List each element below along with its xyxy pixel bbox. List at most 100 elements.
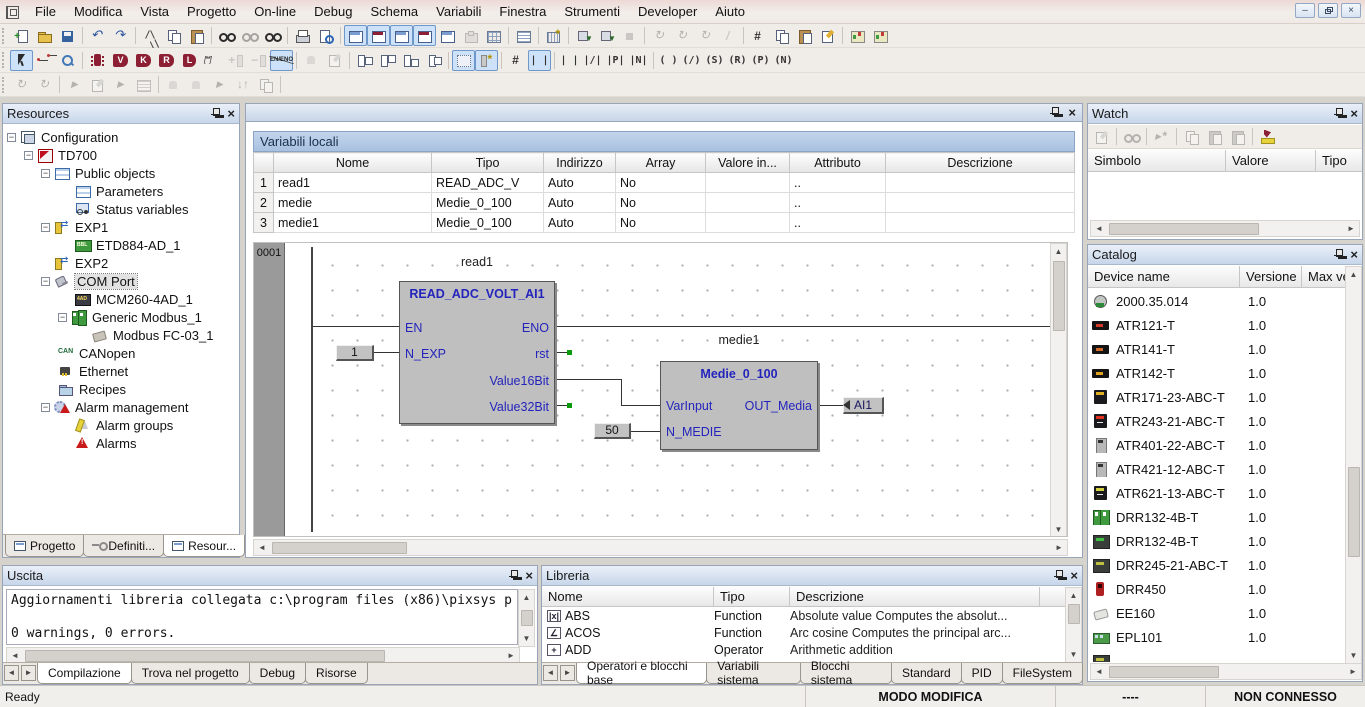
block1-pin-value16bit[interactable]: Value16Bit: [489, 374, 549, 388]
catalog-col-versione[interactable]: Versione: [1240, 266, 1302, 287]
close-icon[interactable]: ×: [1070, 570, 1078, 581]
library-row[interactable]: |x| ABS Function Absolute value Computes…: [542, 607, 1066, 624]
align-right-icon[interactable]: [422, 50, 445, 71]
step-over-icon[interactable]: [86, 74, 109, 95]
close-icon[interactable]: ×: [1350, 108, 1358, 119]
col-descrizione[interactable]: Descrizione: [886, 153, 1075, 173]
tree-item-td700[interactable]: −TD700: [24, 146, 97, 164]
tree-item-mcm260[interactable]: MCM260-4AD_1: [75, 290, 193, 308]
tab-compilazione[interactable]: Compilazione: [37, 663, 132, 684]
tab-debug[interactable]: Debug: [249, 663, 306, 684]
watch-copy-icon[interactable]: [1180, 126, 1203, 147]
paste-icon[interactable]: [185, 25, 208, 46]
network-config-icon[interactable]: [747, 25, 770, 46]
scroll-thumb[interactable]: [1068, 604, 1080, 624]
fbd-block-medie1[interactable]: Medie_0_100 VarInput N_MEDIE OUT_Media: [660, 361, 818, 450]
table-row[interactable]: 1 read1 READ_ADC_V Auto No ..: [254, 173, 1075, 193]
insert-comment-icon[interactable]: [201, 50, 224, 71]
tabs-scroll-right-icon[interactable]: ►: [560, 665, 575, 681]
scroll-right-icon[interactable]: ►: [1343, 221, 1359, 236]
expand-icon[interactable]: −: [41, 223, 50, 232]
block2-pin-outmedia[interactable]: OUT_Media: [745, 399, 812, 413]
expand-icon[interactable]: −: [41, 169, 50, 178]
expand-icon[interactable]: −: [58, 313, 67, 322]
col-nome[interactable]: Nome: [274, 153, 432, 173]
scroll-left-icon[interactable]: ◄: [7, 648, 23, 663]
scroll-thumb[interactable]: [25, 650, 385, 662]
block1-pin-eno[interactable]: ENO: [522, 321, 549, 335]
coil-set-icon[interactable]: (S): [703, 50, 726, 71]
tree-item-alarm-management[interactable]: −Alarm management: [41, 398, 188, 416]
catalog-row[interactable]: DRR132-4B-T1.0: [1088, 505, 1346, 529]
insert-variable-icon[interactable]: V: [109, 50, 132, 71]
align-top-icon[interactable]: [376, 50, 399, 71]
watch-horizontal-scrollbar[interactable]: ◄ ►: [1090, 220, 1360, 237]
stop-icon[interactable]: [618, 25, 641, 46]
scroll-thumb[interactable]: [272, 542, 407, 554]
step-out-icon[interactable]: [109, 74, 132, 95]
schema-vertical-scrollbar[interactable]: ▲ ▼: [1050, 243, 1067, 537]
scroll-left-icon[interactable]: ◄: [1091, 664, 1107, 679]
scroll-thumb[interactable]: [521, 610, 533, 626]
output-vertical-scrollbar[interactable]: ▲ ▼: [518, 589, 535, 647]
library-row[interactable]: ∠ ACOS Function Arc cosine Computes the …: [542, 624, 1066, 641]
schema-horizontal-scrollbar[interactable]: ◄ ►: [253, 539, 1068, 556]
zoom-tool-icon[interactable]: [56, 50, 79, 71]
insert-label-icon[interactable]: L: [178, 50, 201, 71]
col-valore[interactable]: Valore in...: [706, 153, 790, 173]
fbd-block-read1[interactable]: READ_ADC_VOLT_AI1 EN N_EXP ENO rst Value…: [399, 281, 555, 424]
menu-online[interactable]: On-line: [245, 1, 305, 22]
catalog-row[interactable]: ATR621-13-ABC-T1.0: [1088, 481, 1346, 505]
catalog-row[interactable]: DRR132-4B-T1.0: [1088, 529, 1346, 553]
scroll-thumb[interactable]: [1053, 261, 1065, 331]
tab-pid[interactable]: PID: [961, 663, 1003, 684]
constant-1[interactable]: 1: [336, 345, 374, 361]
block1-pin-nexp[interactable]: N_EXP: [405, 347, 446, 361]
catalog-col-maxver[interactable]: Max ver: [1302, 266, 1346, 287]
catalog-horizontal-scrollbar[interactable]: ◄ ►: [1090, 663, 1362, 680]
library-col-descrizione[interactable]: Descrizione: [790, 587, 1040, 606]
catalog-row[interactable]: EPL1011.0: [1088, 625, 1346, 649]
watch-col-tipo[interactable]: Tipo: [1316, 150, 1362, 171]
tab-blocchi-sistema[interactable]: Blocchi sistema: [800, 663, 892, 684]
scroll-up-icon[interactable]: ▲: [519, 590, 535, 605]
watch-col-simbolo[interactable]: Simbolo: [1088, 150, 1226, 171]
catalog-row[interactable]: DRR4501.0: [1088, 577, 1346, 601]
tree-item-alarms[interactable]: Alarms: [75, 434, 136, 452]
expand-icon[interactable]: −: [41, 403, 50, 412]
toolbar-grip[interactable]: [2, 28, 7, 44]
pin-icon[interactable]: [1050, 107, 1060, 119]
expand-icon[interactable]: −: [41, 277, 50, 286]
menu-aiuto[interactable]: Aiuto: [706, 1, 754, 22]
tab-resources[interactable]: Resour...: [163, 535, 245, 557]
tree-item-generic-modbus[interactable]: −Generic Modbus_1: [58, 308, 202, 326]
output-variable-ai1[interactable]: AI1: [843, 397, 884, 414]
tab-risorse[interactable]: Risorse: [305, 663, 368, 684]
block1-pin-en[interactable]: EN: [405, 321, 422, 335]
properties-icon[interactable]: [816, 25, 839, 46]
schema-window-icon[interactable]: [436, 25, 459, 46]
expand-icon[interactable]: −: [24, 151, 33, 160]
menu-strumenti[interactable]: Strumenti: [555, 1, 629, 22]
assign-block-icon[interactable]: [323, 50, 346, 71]
pin-icon[interactable]: [1334, 108, 1344, 120]
insert-block-icon[interactable]: [86, 50, 109, 71]
catalog-row[interactable]: EE1601.0: [1088, 601, 1346, 625]
scroll-thumb[interactable]: [1348, 467, 1360, 557]
scroll-up-icon[interactable]: ▲: [1066, 588, 1082, 603]
menu-schema[interactable]: Schema: [361, 1, 427, 22]
output-window-icon[interactable]: [413, 25, 436, 46]
tree-item-exp1[interactable]: −EXP1: [41, 218, 108, 236]
find-next-icon[interactable]: [238, 25, 261, 46]
watch-properties-icon[interactable]: [1090, 126, 1113, 147]
redo-icon[interactable]: [109, 25, 132, 46]
scroll-right-icon[interactable]: ►: [503, 648, 519, 663]
col-array[interactable]: Array: [616, 153, 706, 173]
catalog-row[interactable]: ATR171-23-ABC-T1.0: [1088, 385, 1346, 409]
constant-50[interactable]: 50: [594, 423, 631, 439]
block1-pin-rst[interactable]: rst: [535, 347, 549, 361]
force-icon[interactable]: [717, 25, 740, 46]
scroll-up-icon[interactable]: ▲: [1346, 267, 1362, 282]
tab-filesystem[interactable]: FileSystem: [1002, 663, 1083, 684]
block1-pin-value32bit[interactable]: Value32Bit: [489, 400, 549, 414]
